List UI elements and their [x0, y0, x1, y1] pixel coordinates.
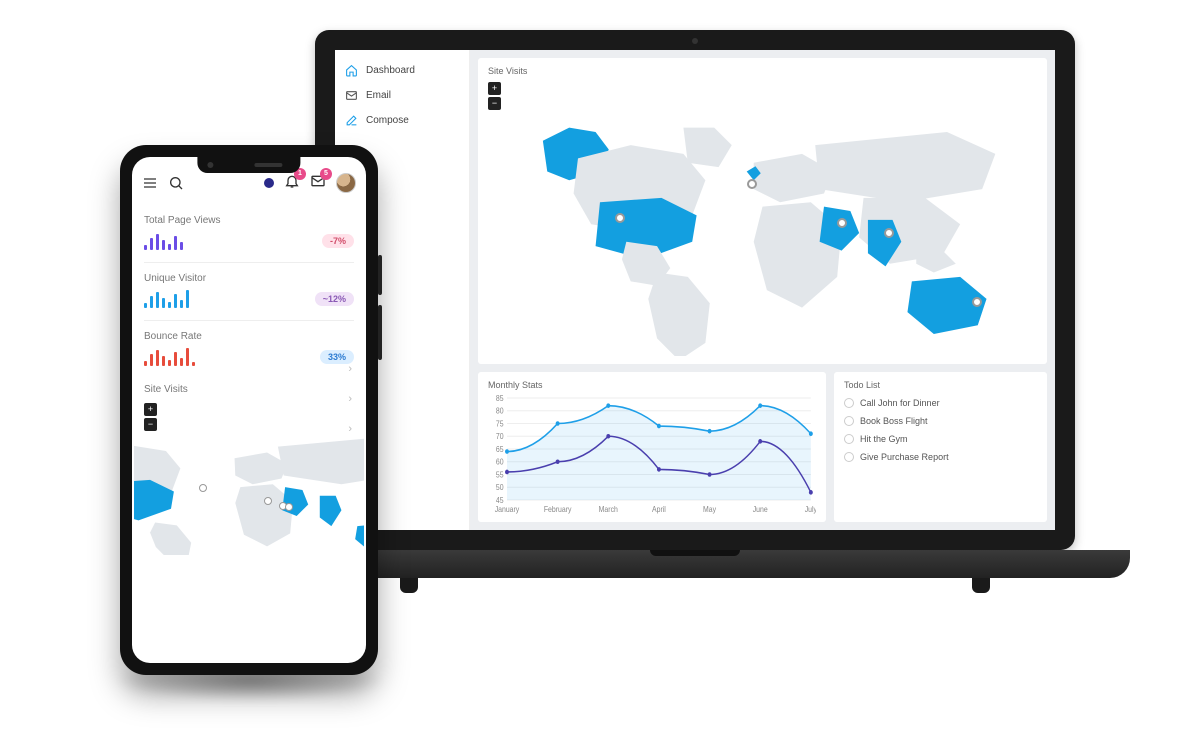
menu-icon[interactable]: [142, 175, 158, 191]
home-icon: [345, 64, 358, 77]
map-marker[interactable]: [615, 213, 625, 223]
laptop-base: [260, 550, 1130, 578]
svg-text:April: April: [652, 505, 666, 514]
map-zoom-in-button[interactable]: +: [488, 82, 501, 95]
todo-list-card: Todo List Call John for Dinner Book Boss …: [834, 372, 1047, 522]
svg-text:March: March: [599, 505, 618, 514]
map-zoom-in-button[interactable]: +: [144, 403, 157, 416]
checkbox-icon[interactable]: [844, 398, 854, 408]
mail-icon: [345, 89, 358, 102]
metric-title: Bounce Rate: [144, 331, 354, 342]
notifications-button[interactable]: 1: [284, 173, 300, 194]
phone-body: Total Page Views -7% Unique Visitor ~12% Bou…: [132, 205, 366, 663]
phone-screen: 1 5 Total Page Views -7% Unique Visitor ~12…: [132, 157, 366, 663]
sidebar-item-compose[interactable]: Compose: [335, 108, 469, 133]
svg-text:February: February: [544, 505, 572, 514]
metric-card[interactable]: Unique Visitor ~12%: [144, 262, 354, 320]
svg-text:85: 85: [496, 394, 504, 403]
sidebar-item-label: Dashboard: [366, 65, 415, 76]
todo-label: Give Purchase Report: [860, 452, 949, 462]
map-marker[interactable]: [972, 297, 982, 307]
chevron-right-icon[interactable]: ›: [348, 363, 352, 375]
todo-label: Call John for Dinner: [860, 398, 940, 408]
search-icon[interactable]: [168, 175, 184, 191]
svg-text:60: 60: [496, 457, 504, 467]
card-title: Monthly Stats: [488, 380, 816, 390]
svg-text:80: 80: [496, 406, 504, 416]
monthly-stats-card: Monthly Stats 455055606570758085JanuaryF…: [478, 372, 826, 522]
checkbox-icon[interactable]: [844, 434, 854, 444]
map-marker[interactable]: [837, 218, 847, 228]
metric-title: Total Page Views: [144, 215, 354, 226]
chevron-right-icon[interactable]: ›: [348, 393, 352, 405]
card-title: Todo List: [844, 380, 1037, 390]
bottom-row: Monthly Stats 455055606570758085JanuaryF…: [478, 372, 1047, 522]
svg-text:55: 55: [496, 470, 504, 480]
svg-text:65: 65: [496, 445, 504, 455]
map-marker[interactable]: [884, 228, 894, 238]
sidebar-item-email[interactable]: Email: [335, 83, 469, 108]
sparkline-icon: [144, 232, 183, 250]
map-marker[interactable]: [285, 503, 293, 511]
checkbox-icon[interactable]: [844, 416, 854, 426]
messages-button[interactable]: 5: [310, 173, 326, 194]
messages-badge: 5: [320, 168, 332, 180]
map-zoom-out-button[interactable]: −: [488, 97, 501, 110]
todo-list: Call John for Dinner Book Boss Flight Hit …: [844, 394, 1037, 466]
svg-text:50: 50: [496, 483, 504, 493]
svg-text:June: June: [753, 505, 768, 514]
phone-site-visits: Site Visits + −: [144, 384, 354, 555]
laptop-bezel: Dashboard Email Compose Site Visits +: [315, 30, 1075, 550]
sidebar-item-dashboard[interactable]: Dashboard: [335, 58, 469, 83]
sidebar-item-label: Email: [366, 90, 391, 101]
svg-text:January: January: [495, 505, 520, 514]
phone-frame: 1 5 Total Page Views -7% Unique Visitor ~12…: [120, 145, 378, 675]
main-content: Site Visits + −: [470, 50, 1055, 530]
todo-item[interactable]: Book Boss Flight: [844, 412, 1037, 430]
svg-text:May: May: [703, 505, 716, 514]
monthly-stats-chart[interactable]: 455055606570758085JanuaryFebruaryMarchAp…: [488, 394, 816, 514]
metric-card[interactable]: Total Page Views -7%: [144, 205, 354, 262]
sparkline-icon: [144, 290, 189, 308]
card-title: Site Visits: [488, 66, 1037, 76]
sidebar-item-label: Compose: [366, 115, 409, 126]
map-marker[interactable]: [199, 484, 207, 492]
phone-world-map[interactable]: [144, 435, 354, 555]
todo-label: Book Boss Flight: [860, 416, 928, 426]
metric-change-badge: ~12%: [315, 292, 354, 306]
checkbox-icon[interactable]: [844, 452, 854, 462]
world-map[interactable]: [488, 110, 1037, 356]
todo-item[interactable]: Give Purchase Report: [844, 448, 1037, 466]
laptop-screen: Dashboard Email Compose Site Visits +: [335, 50, 1055, 530]
site-visits-card: Site Visits + −: [478, 58, 1047, 364]
metric-change-badge: 33%: [320, 350, 354, 364]
metric-card[interactable]: Bounce Rate 33%: [144, 320, 354, 378]
todo-item[interactable]: Call John for Dinner: [844, 394, 1037, 412]
section-title: Site Visits: [144, 384, 354, 395]
compose-icon: [345, 114, 358, 127]
svg-text:75: 75: [496, 419, 504, 429]
laptop-frame: Dashboard Email Compose Site Visits +: [260, 30, 1130, 640]
metric-title: Unique Visitor: [144, 273, 354, 284]
metric-change-badge: -7%: [322, 234, 354, 248]
avatar[interactable]: [336, 173, 356, 193]
svg-text:July: July: [805, 505, 816, 514]
laptop-feet: [260, 578, 1130, 593]
todo-item[interactable]: Hit the Gym: [844, 430, 1037, 448]
map-marker[interactable]: [747, 179, 757, 189]
sparkline-icon: [144, 348, 195, 366]
phone-notch: [197, 157, 300, 173]
todo-label: Hit the Gym: [860, 434, 908, 444]
svg-text:70: 70: [496, 432, 504, 442]
map-marker[interactable]: [264, 497, 272, 505]
map-zoom-controls: + −: [488, 82, 1037, 110]
status-dot: [264, 178, 274, 188]
